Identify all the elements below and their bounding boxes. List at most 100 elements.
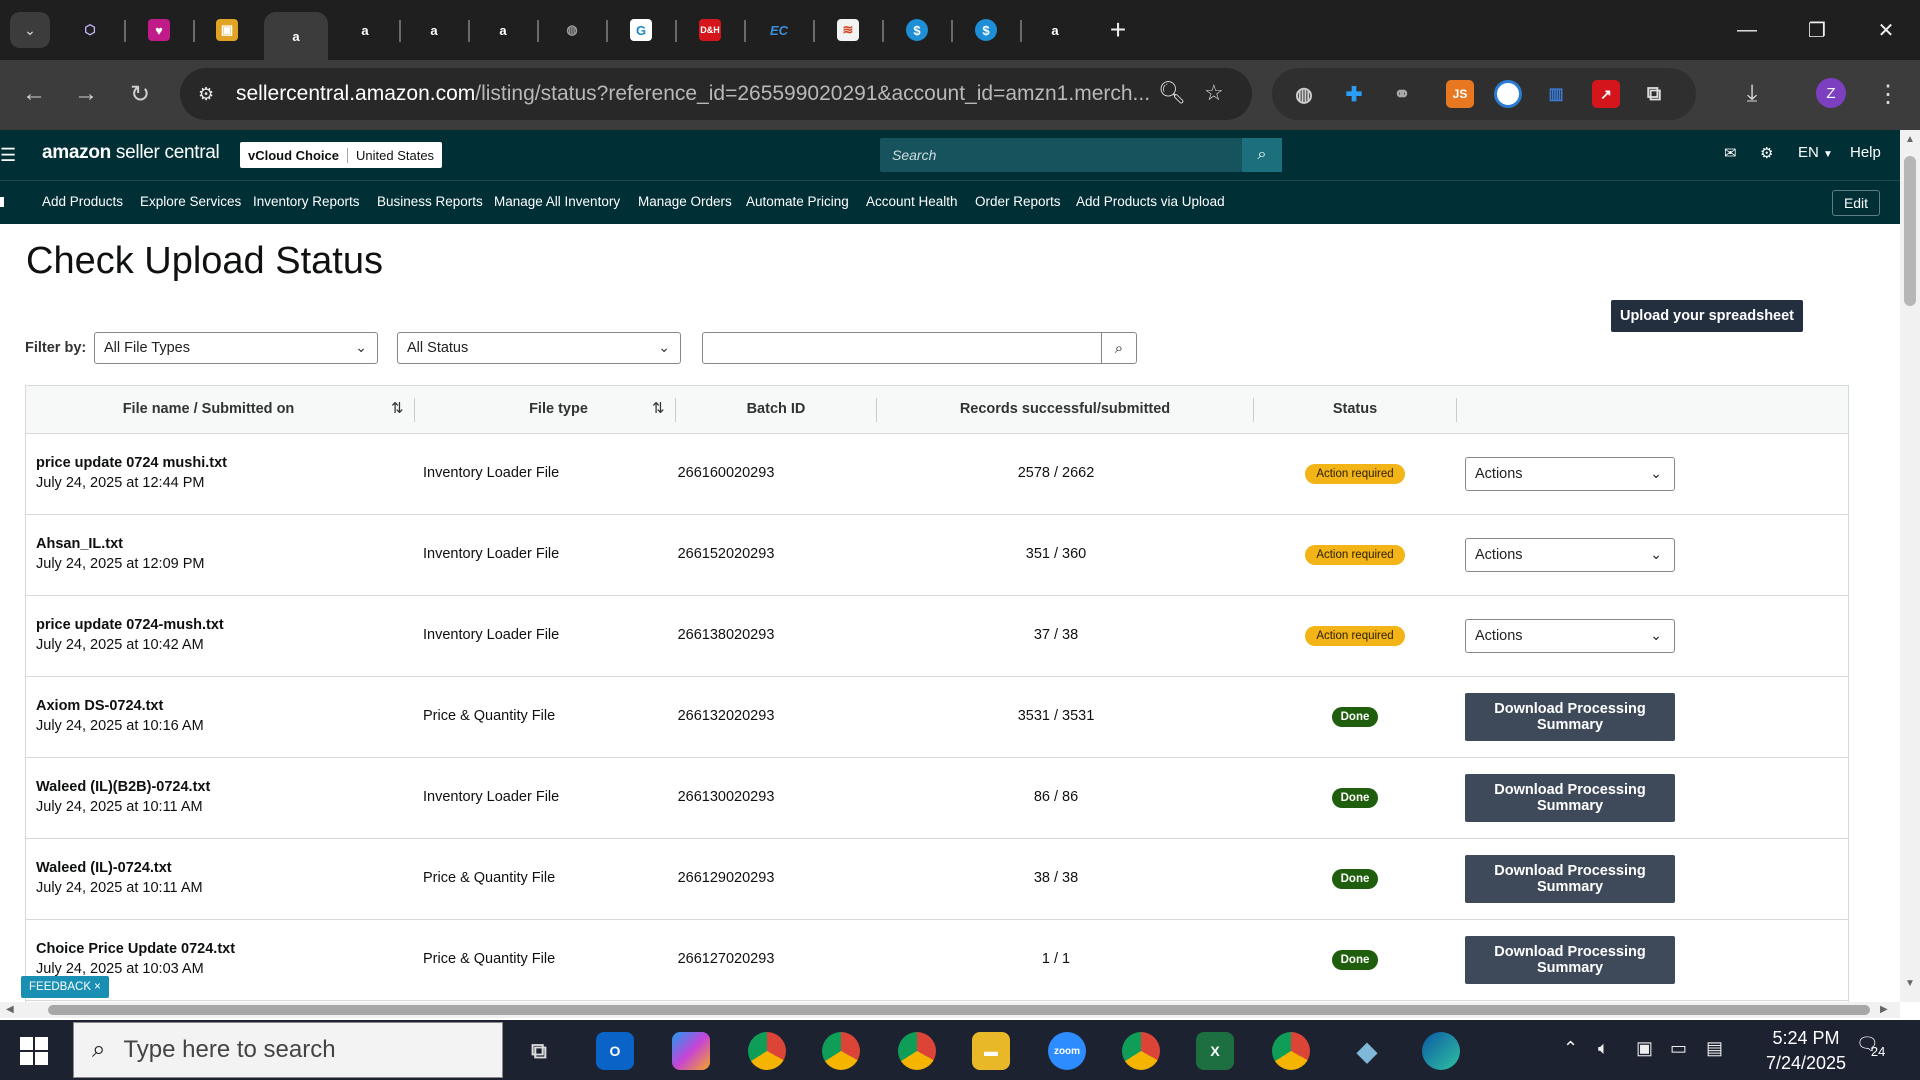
scroll-up-icon[interactable]: ▲ [1905, 134, 1915, 145]
file-explorer-icon[interactable]: ▬ [972, 1032, 1010, 1070]
browser-tab[interactable]: G [623, 12, 659, 48]
plus-extension-icon[interactable]: ✚ [1340, 80, 1368, 108]
sort-icon[interactable]: ⇅ [391, 399, 404, 417]
horizontal-scroll-thumb[interactable] [48, 1005, 1870, 1015]
download-icon[interactable]: ⤓ [1734, 76, 1770, 112]
seller-central-logo[interactable]: amazon seller central [42, 142, 220, 164]
status-filter[interactable]: All Status ⌄ [397, 332, 681, 364]
browser-tab[interactable]: ◍ [554, 12, 590, 48]
nav-manage-all-inventory[interactable]: Manage All Inventory [494, 194, 620, 209]
browser-tab-active[interactable]: a [264, 12, 328, 60]
browser-tab[interactable]: ♥ [141, 12, 177, 48]
nav-automate-pricing[interactable]: Automate Pricing [746, 194, 849, 209]
download-processing-summary-button[interactable]: Download Processing Summary [1465, 936, 1675, 984]
chrome-profile-icon[interactable] [748, 1032, 786, 1070]
horizontal-scrollbar[interactable]: ◀ ▶ [0, 1002, 1900, 1018]
chrome-icon[interactable] [1122, 1032, 1160, 1070]
globe-extension-icon[interactable]: ◍ [1290, 80, 1318, 108]
diamond-app-icon[interactable]: ◆ [1348, 1032, 1386, 1070]
actions-dropdown[interactable]: Actions ⌄ [1465, 619, 1675, 653]
taskbar-search[interactable]: ⌕ Type here to search [73, 1022, 503, 1078]
address-bar[interactable]: ⚙ sellercentral.amazon.com/listing/statu… [180, 68, 1252, 120]
site-info-icon[interactable]: ⚙ [198, 84, 226, 105]
scroll-left-icon[interactable]: ◀ [6, 1004, 14, 1015]
file-type-filter[interactable]: All File Types ⌄ [94, 332, 378, 364]
upload-spreadsheet-button[interactable]: Upload your spreadsheet [1611, 300, 1803, 332]
browser-tab[interactable]: EC [761, 12, 797, 48]
chrome-profile-icon[interactable] [898, 1032, 936, 1070]
reload-button[interactable]: ↻ [122, 76, 158, 112]
battery-icon[interactable]: ▭ [1670, 1038, 1687, 1059]
download-processing-summary-button[interactable]: Download Processing Summary [1465, 855, 1675, 903]
close-window-button[interactable]: ✕ [1866, 10, 1906, 50]
excel-icon[interactable]: X [1196, 1032, 1234, 1070]
header-search-button[interactable]: ⌕ [1242, 138, 1282, 172]
hamburger-menu-icon[interactable]: ☰ [0, 145, 16, 166]
scroll-down-icon[interactable]: ▼ [1905, 978, 1915, 989]
header-search-input[interactable]: Search [880, 138, 1242, 172]
gear-icon[interactable]: ⚙ [1760, 144, 1773, 162]
scroll-right-icon[interactable]: ▶ [1880, 1004, 1888, 1015]
zoom-app-icon[interactable]: zoom [1048, 1032, 1086, 1070]
browser-tab[interactable]: a [485, 12, 521, 48]
browser-tab[interactable]: ▣ [209, 12, 245, 48]
language-selector[interactable]: EN ▼ [1798, 144, 1833, 161]
mail-icon[interactable]: ✉ [1724, 144, 1737, 162]
actions-dropdown[interactable]: Actions ⌄ [1465, 538, 1675, 572]
help-link[interactable]: Help [1850, 144, 1881, 161]
back-button[interactable]: ← [16, 76, 52, 112]
nav-explore-services[interactable]: Explore Services [140, 194, 241, 209]
chevron-up-icon[interactable]: ⌃ [1563, 1038, 1578, 1059]
download-processing-summary-button[interactable]: Download Processing Summary [1465, 774, 1675, 822]
browser-tab[interactable]: D&H [692, 12, 728, 48]
js-extension-icon[interactable]: JS [1446, 80, 1474, 108]
url-text[interactable]: sellercentral.amazon.com/listing/status?… [236, 82, 1156, 106]
upload-search-button[interactable]: ⌕ [1101, 332, 1137, 364]
nav-account-health[interactable]: Account Health [866, 194, 958, 209]
tab-search-button[interactable]: ⌄ [10, 12, 50, 48]
browser-tab[interactable]: a [347, 12, 383, 48]
store-switcher[interactable]: vCloud Choice United States [240, 142, 443, 168]
forward-button[interactable]: → [68, 76, 104, 112]
copilot-icon[interactable] [672, 1032, 710, 1070]
nav-inventory-reports[interactable]: Inventory Reports [253, 194, 360, 209]
chrome-active-icon[interactable] [1272, 1032, 1310, 1070]
arrow-extension-icon[interactable]: ↗ [1592, 80, 1620, 108]
nav-manage-orders[interactable]: Manage Orders [638, 194, 732, 209]
nav-add-products-via-upload[interactable]: Add Products via Upload [1076, 194, 1225, 209]
feedback-tab[interactable]: FEEDBACK × [21, 976, 109, 998]
browser-tab[interactable]: a [416, 12, 452, 48]
sort-icon[interactable]: ⇅ [652, 399, 665, 417]
upload-search-input[interactable] [702, 332, 1102, 364]
profile-avatar[interactable]: Z [1816, 78, 1846, 108]
nav-order-reports[interactable]: Order Reports [975, 194, 1061, 209]
bike-extension-icon[interactable]: ⚭ [1388, 80, 1416, 108]
download-processing-summary-button[interactable]: Download Processing Summary [1465, 693, 1675, 741]
browser-tab[interactable]: ⬡ [72, 12, 108, 48]
circle-extension-icon[interactable] [1494, 80, 1522, 108]
chart-extension-icon[interactable]: ▥ [1542, 80, 1570, 108]
system-clock[interactable]: 5:24 PM 7/24/2025 [1746, 1026, 1866, 1076]
vertical-scrollbar[interactable]: ▲ ▼ [1900, 130, 1920, 1002]
outlook-icon[interactable]: O [596, 1032, 634, 1070]
speaker-icon[interactable]: 🔈︎ [1598, 1038, 1609, 1059]
meet-now-icon[interactable]: ▣ [1636, 1038, 1653, 1059]
menu-kebab-icon[interactable]: ⋮ [1870, 76, 1906, 112]
windows-start-icon[interactable] [20, 1037, 48, 1065]
actions-dropdown[interactable]: Actions ⌄ [1465, 457, 1675, 491]
edit-nav-button[interactable]: Edit [1832, 190, 1880, 216]
browser-tab[interactable]: a [1037, 12, 1073, 48]
nav-add-products[interactable]: Add Products [42, 194, 123, 209]
puzzle-extension-icon[interactable]: ⧉ [1640, 80, 1668, 108]
new-tab-button[interactable]: + [1100, 12, 1136, 48]
network-icon[interactable]: ▤ [1706, 1038, 1723, 1059]
chrome-profile-icon[interactable] [822, 1032, 860, 1070]
vertical-scroll-thumb[interactable] [1904, 156, 1916, 306]
edge-icon[interactable] [1422, 1032, 1460, 1070]
zoom-icon[interactable]: 🔍︎ [1158, 80, 1186, 106]
notifications-icon[interactable]: 🗨︎24 [1856, 1034, 1893, 1059]
task-view-icon[interactable]: ⧉ [520, 1032, 558, 1070]
browser-tab[interactable]: $ [899, 12, 935, 48]
browser-tab[interactable]: $ [968, 12, 1004, 48]
nav-business-reports[interactable]: Business Reports [377, 194, 483, 209]
